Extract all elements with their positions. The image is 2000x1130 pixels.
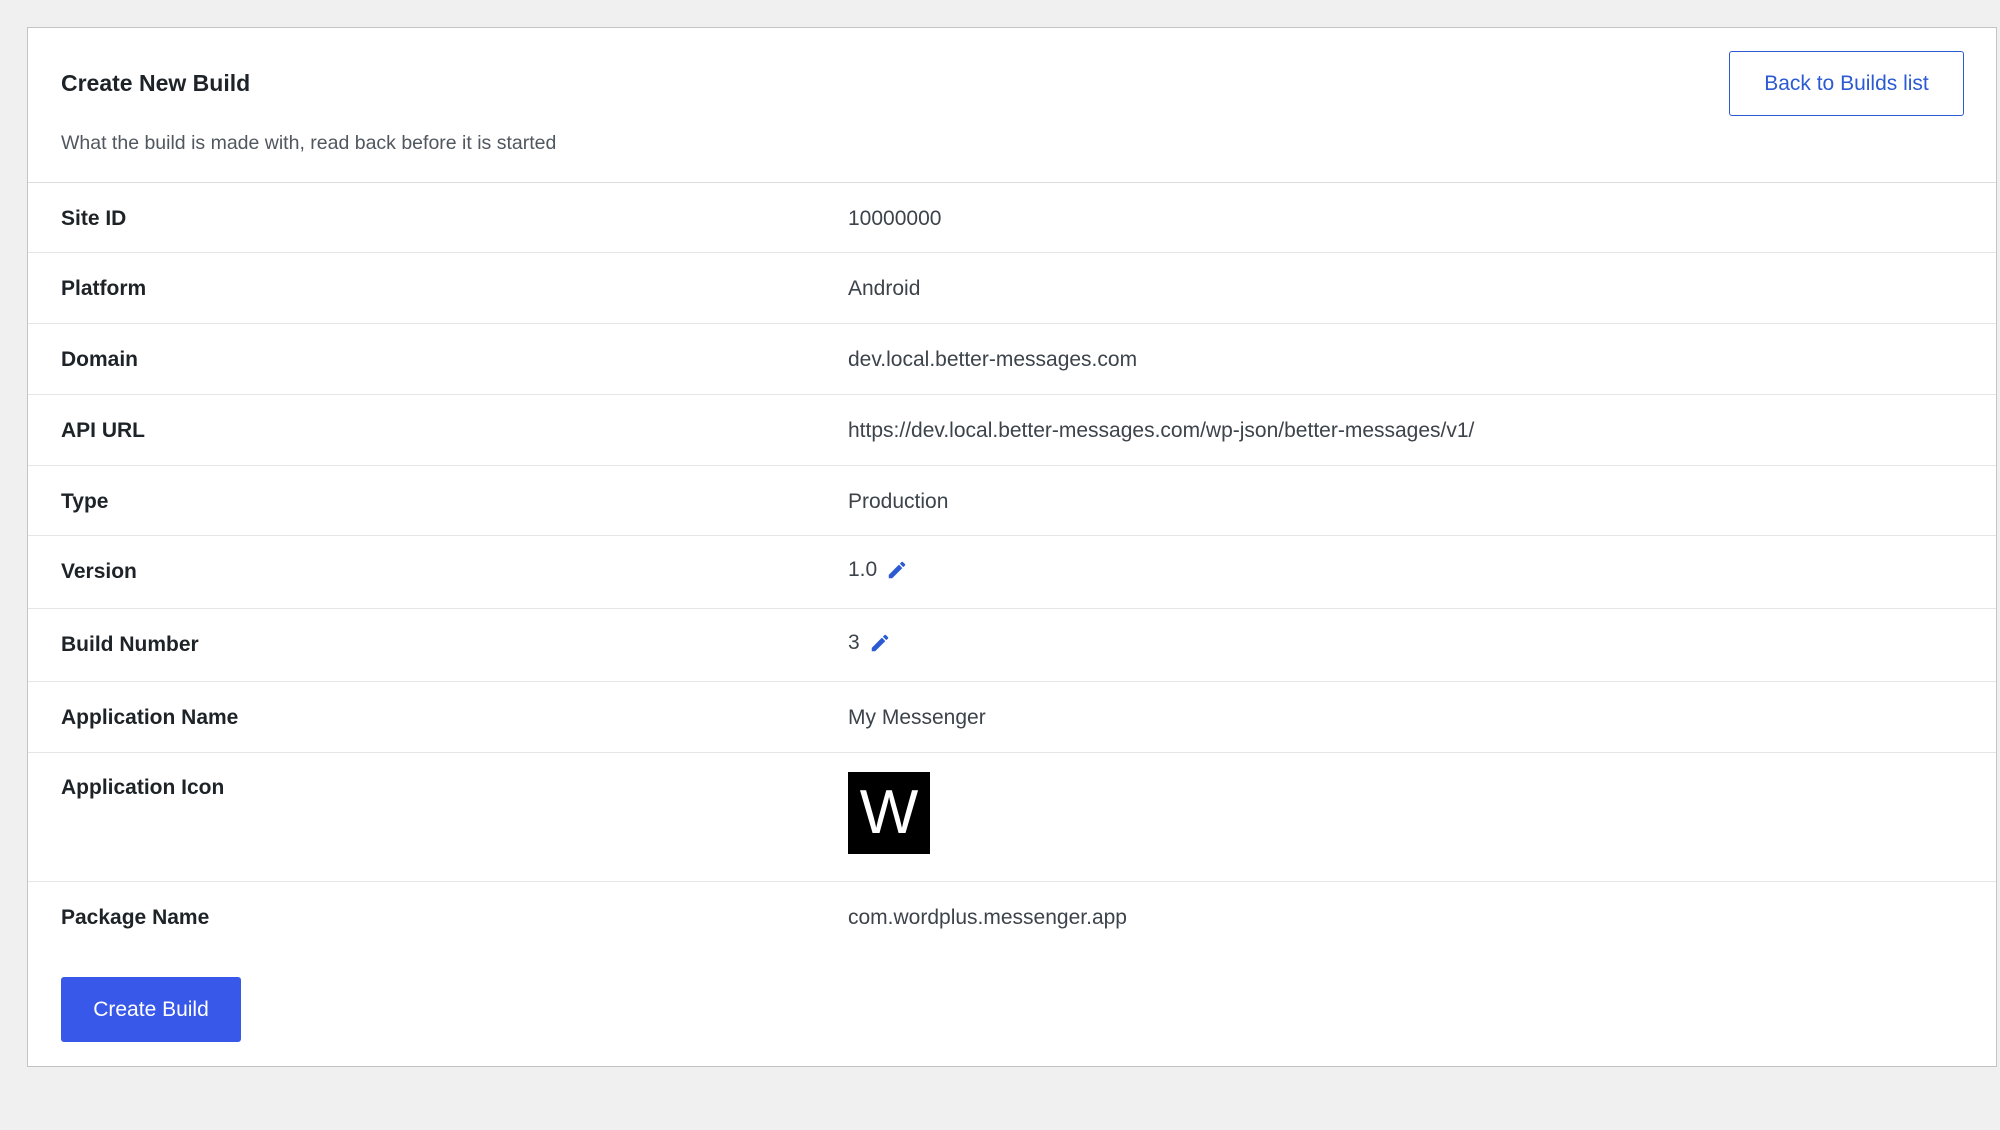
create-build-button[interactable]: Create Build [61, 977, 241, 1042]
detail-value: Production [848, 490, 949, 513]
pencil-icon[interactable] [869, 632, 891, 654]
build-number-value: 3 [848, 631, 860, 654]
detail-value: Android [848, 277, 921, 300]
detail-row-version: Version 1.0 [28, 536, 1996, 609]
detail-label: API URL [61, 419, 145, 442]
detail-row-domain: Domain dev.local.better-messages.com [28, 324, 1996, 395]
detail-label: Application Icon [61, 776, 225, 799]
detail-label: Platform [61, 277, 147, 300]
detail-value: W [848, 772, 930, 854]
detail-label: Domain [61, 348, 139, 371]
page-title: Create New Build [61, 70, 251, 96]
build-details-table: Site ID 10000000 Platform Android Domain… [28, 183, 1996, 952]
pencil-icon[interactable] [886, 559, 908, 581]
detail-row-application-icon: Application Icon W [28, 753, 1996, 882]
detail-row-build-number: Build Number 3 [28, 609, 1996, 682]
detail-value: 1.0 [848, 558, 908, 582]
detail-row-platform: Platform Android [28, 253, 1996, 324]
detail-row-site-id: Site ID 10000000 [28, 183, 1996, 253]
detail-value: 10000000 [848, 207, 942, 230]
detail-value: 3 [848, 631, 891, 655]
detail-value: My Messenger [848, 706, 986, 729]
detail-row-package-name: Package Name com.wordplus.messenger.app [28, 882, 1996, 952]
detail-value: com.wordplus.messenger.app [848, 906, 1127, 929]
detail-row-api-url: API URL https://dev.local.better-message… [28, 395, 1996, 466]
card-header: Create New Build What the build is made … [28, 28, 1996, 183]
detail-label: Application Name [61, 706, 239, 729]
detail-label: Type [61, 490, 109, 513]
detail-row-type: Type Production [28, 466, 1996, 536]
application-icon-image: W [848, 772, 930, 854]
detail-label: Build Number [61, 633, 199, 656]
detail-value: https://dev.local.better-messages.com/wp… [848, 419, 1475, 442]
create-build-card: Create New Build What the build is made … [27, 27, 1997, 1067]
version-value: 1.0 [848, 558, 878, 581]
page-subtitle: What the build is made with, read back b… [61, 132, 557, 154]
detail-label: Package Name [61, 906, 210, 929]
detail-value: dev.local.better-messages.com [848, 348, 1138, 371]
detail-row-application-name: Application Name My Messenger [28, 682, 1996, 753]
back-to-builds-button[interactable]: Back to Builds list [1729, 51, 1964, 116]
detail-label: Site ID [61, 207, 127, 230]
detail-label: Version [61, 560, 137, 583]
